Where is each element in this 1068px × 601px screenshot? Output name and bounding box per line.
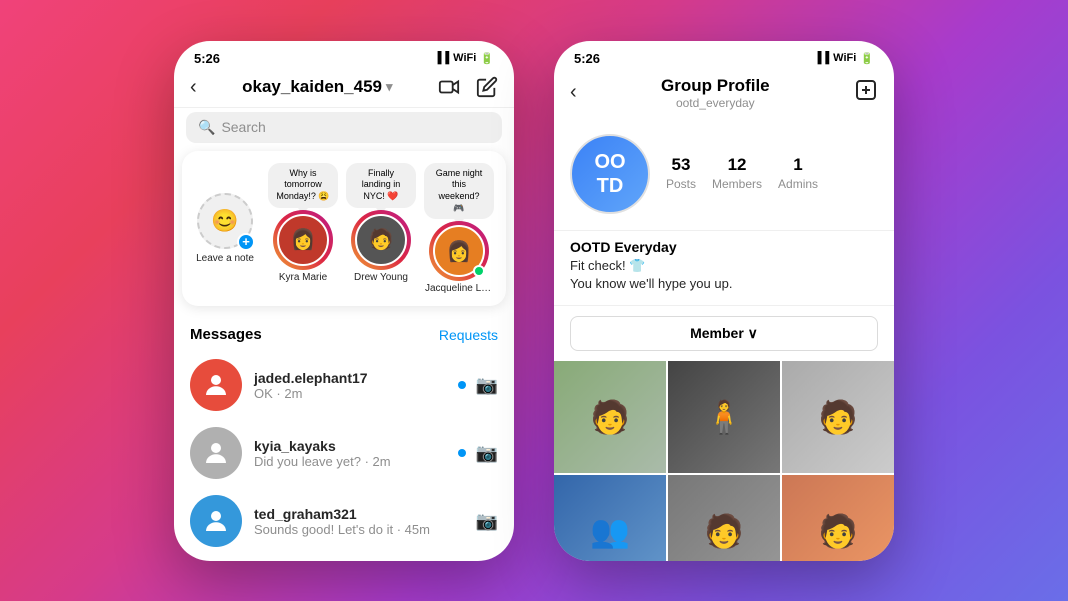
stat-admins-label: Admins: [778, 177, 818, 191]
search-placeholder: Search: [221, 119, 265, 135]
kyra-avatar: 👩: [277, 214, 329, 266]
group-nav-subtitle: ootd_everyday: [661, 96, 770, 110]
group-info: OOTD Everyday Fit check! 👕 You know we'l…: [554, 231, 894, 306]
message-item-2[interactable]: kyia_kayaks Did you leave yet? · 2m 📷: [174, 419, 514, 487]
status-icons-right: ▐▐ WiFi 🔋: [814, 52, 874, 65]
msg-username-3: ted_graham321: [254, 506, 464, 522]
drew-note: Finally landing inNYC! ❤️: [346, 163, 416, 208]
msg-username-1: jaded.elephant17: [254, 370, 446, 386]
bio-line1: Fit check! 👕: [570, 258, 645, 273]
photo-cell-4[interactable]: 👥: [554, 475, 666, 561]
msg-preview-2: Did you leave yet? · 2m: [254, 454, 446, 469]
photo-grid: 🧑 🧍 🧑 👥 🧑 🧑: [554, 361, 894, 561]
message-actions-2: 📷: [458, 443, 498, 464]
stat-posts-number: 53: [666, 155, 696, 175]
stat-admins-number: 1: [778, 155, 818, 175]
status-bar-left: 5:26 ▐▐ WiFi 🔋: [174, 41, 514, 72]
photo-cell-1[interactable]: 🧑: [554, 361, 666, 473]
jacqueline-note: Game night thisweekend? 🎮: [424, 163, 494, 220]
requests-link[interactable]: Requests: [439, 327, 498, 343]
message-content-3: ted_graham321 Sounds good! Let's do it ·…: [254, 506, 464, 537]
nav-icons-left: [438, 76, 498, 98]
group-profile-section: OOTD 53 Posts 12 Members 1 Admins: [554, 118, 894, 231]
add-plus-icon: +: [237, 233, 255, 251]
group-nav-title: Group Profile: [661, 76, 770, 96]
member-button[interactable]: Member ∨: [570, 316, 878, 351]
group-bio: Fit check! 👕 You know we'll hype you up.: [570, 257, 878, 293]
group-name: OOTD Everyday: [570, 239, 878, 255]
search-icon: 🔍: [198, 119, 215, 136]
message-item-1[interactable]: jaded.elephant17 OK · 2m 📷: [174, 351, 514, 419]
story-leave-note[interactable]: 😊 + Leave a note: [190, 163, 260, 264]
search-bar[interactable]: 🔍 Search: [186, 112, 502, 143]
stat-members: 12 Members: [712, 155, 762, 193]
back-button-left[interactable]: ‹: [190, 76, 197, 99]
stat-members-number: 12: [712, 155, 762, 175]
photo-cell-2[interactable]: 🧍: [668, 361, 780, 473]
messages-title: Messages: [190, 326, 262, 343]
message-actions-1: 📷: [458, 375, 498, 396]
stories-section: 😊 + Leave a note Why is tomorrowMonday!?…: [182, 151, 506, 307]
online-indicator: [473, 265, 485, 277]
message-avatar-1: [190, 359, 242, 411]
message-content-1: jaded.elephant17 OK · 2m: [254, 370, 446, 401]
drew-avatar: 🧑: [355, 214, 407, 266]
message-avatar-2: [190, 427, 242, 479]
back-button-right[interactable]: ‹: [570, 81, 577, 104]
stat-admins: 1 Admins: [778, 155, 818, 193]
story-jacqueline-lam[interactable]: Game night thisweekend? 🎮 👩 Jacqueline L…: [424, 163, 494, 295]
status-bar-right: 5:26 ▐▐ WiFi 🔋: [554, 41, 894, 72]
left-phone: 5:26 ▐▐ WiFi 🔋 ‹ okay_kaiden_459 ▾: [174, 41, 514, 561]
group-stats: 53 Posts 12 Members 1 Admins: [666, 155, 818, 193]
camera-icon-1[interactable]: 📷: [476, 375, 498, 396]
nav-title-left[interactable]: okay_kaiden_459 ▾: [242, 77, 392, 97]
group-avatar: OOTD: [570, 134, 650, 214]
unread-dot-2: [458, 449, 466, 457]
group-nav: ‹ Group Profile ootd_everyday: [554, 72, 894, 118]
time-left: 5:26: [194, 51, 220, 66]
stat-posts: 53 Posts: [666, 155, 696, 193]
msg-preview-3: Sounds good! Let's do it · 45m: [254, 522, 464, 537]
photo-cell-5[interactable]: 🧑: [668, 475, 780, 561]
story-kyra-marie[interactable]: Why is tomorrowMonday!? 😩 👩 Kyra Marie: [268, 163, 338, 283]
message-content-2: kyia_kayaks Did you leave yet? · 2m: [254, 438, 446, 469]
message-item-3[interactable]: ted_graham321 Sounds good! Let's do it ·…: [174, 487, 514, 555]
bio-line2: You know we'll hype you up.: [570, 276, 732, 291]
group-nav-center: Group Profile ootd_everyday: [661, 76, 770, 110]
camera-icon-2[interactable]: 📷: [476, 443, 498, 464]
edit-icon[interactable]: [476, 76, 498, 98]
unread-dot-1: [458, 381, 466, 389]
kyra-label: Kyra Marie: [279, 272, 327, 283]
photo-cell-3[interactable]: 🧑: [782, 361, 894, 473]
dropdown-icon: ▾: [386, 79, 393, 95]
video-icon[interactable]: [438, 76, 460, 98]
story-drew-young[interactable]: Finally landing inNYC! ❤️ 🧑 Drew Young: [346, 163, 416, 283]
status-icons-left: ▐▐ WiFi 🔋: [434, 52, 494, 65]
nav-bar-left: ‹ okay_kaiden_459 ▾: [174, 72, 514, 108]
message-actions-3: 📷: [476, 511, 498, 532]
add-group-icon[interactable]: [854, 78, 878, 108]
time-right: 5:26: [574, 51, 600, 66]
right-phone: 5:26 ▐▐ WiFi 🔋 ‹ Group Profile ootd_ever…: [554, 41, 894, 561]
stat-members-label: Members: [712, 177, 762, 191]
message-avatar-3: [190, 495, 242, 547]
stories-row: 😊 + Leave a note Why is tomorrowMonday!?…: [190, 163, 498, 295]
jacqueline-label: Jacqueline Lam: [425, 283, 493, 294]
stat-posts-label: Posts: [666, 177, 696, 191]
msg-preview-1: OK · 2m: [254, 386, 446, 401]
msg-username-2: kyia_kayaks: [254, 438, 446, 454]
leave-note-label: Leave a note: [196, 253, 254, 264]
messages-header: Messages Requests: [174, 314, 514, 351]
camera-icon-3[interactable]: 📷: [476, 511, 498, 532]
photo-cell-6[interactable]: 🧑: [782, 475, 894, 561]
drew-label: Drew Young: [354, 272, 408, 283]
kyra-note: Why is tomorrowMonday!? 😩: [268, 163, 338, 208]
